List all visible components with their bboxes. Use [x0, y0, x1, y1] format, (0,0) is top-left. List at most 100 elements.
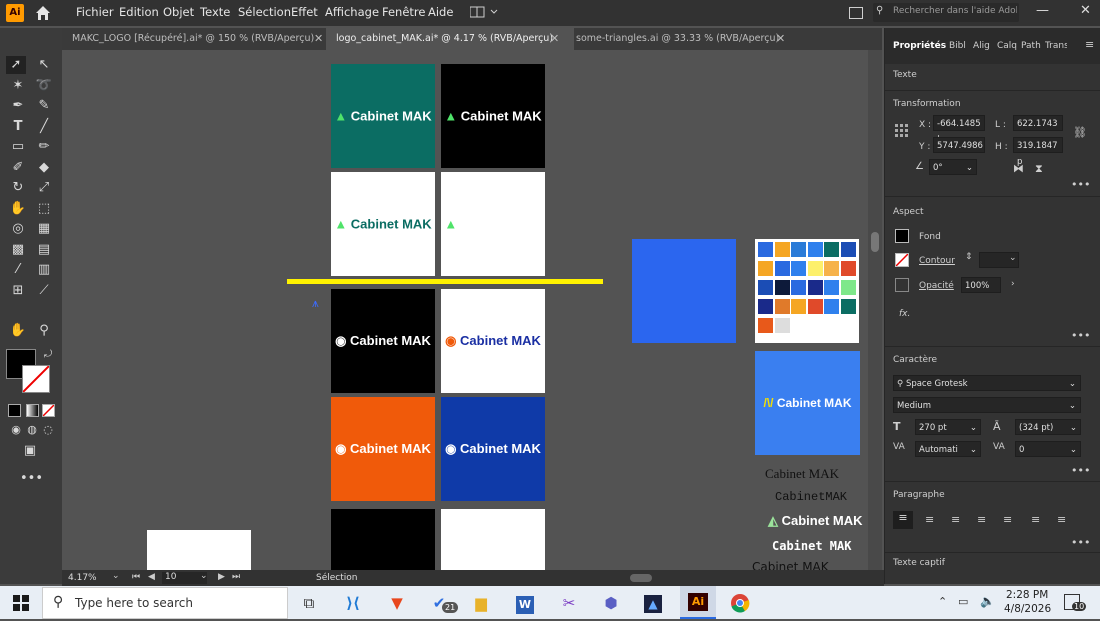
color-swatch[interactable]	[807, 318, 823, 333]
menu-window[interactable]: Fenêtre	[382, 5, 425, 19]
tab-libraries[interactable]: Bibl	[949, 41, 966, 51]
chevron-down-icon[interactable]: ⌄	[970, 420, 977, 436]
search-box[interactable]: ⚲ Rechercher dans l'aide Adob	[873, 3, 1019, 22]
color-swatch[interactable]	[791, 242, 806, 257]
battery-icon[interactable]: ▭	[958, 595, 968, 608]
stroke-swatch[interactable]	[22, 365, 50, 393]
shape-builder-icon[interactable]: ◎	[8, 220, 28, 238]
horizontal-scrollbar[interactable]	[442, 573, 862, 583]
chevron-down-icon[interactable]: ⌄	[970, 442, 977, 458]
search-input[interactable]: Rechercher dans l'aide Adob	[893, 6, 1017, 16]
logo-tile[interactable]: ◉ Cabinet MAK	[331, 289, 435, 393]
color-swatch[interactable]	[758, 280, 773, 295]
link-proportions-icon[interactable]: ⛓	[1073, 126, 1087, 139]
chrome-icon[interactable]	[727, 590, 753, 616]
taskbar-search[interactable]: ⚲ Type here to search	[42, 587, 288, 619]
menu-edit[interactable]: Edition	[119, 5, 159, 19]
tab-pathfinder[interactable]: Path	[1021, 41, 1041, 51]
chevron-down-icon[interactable]: ⌄	[1009, 253, 1017, 263]
windows-start-icon[interactable]	[8, 590, 34, 616]
more-options-icon[interactable]: •••	[1071, 329, 1090, 342]
tab-transform[interactable]: Trans	[1045, 41, 1067, 51]
panel-toggle-icon[interactable]	[849, 7, 863, 19]
logo-tile[interactable]: ◉ Cabinet MAK	[441, 397, 545, 501]
scroll-thumb[interactable]	[630, 574, 652, 582]
color-swatch[interactable]	[840, 242, 856, 257]
rectangle-tool-icon[interactable]: ▭	[8, 138, 28, 156]
canvas[interactable]: ▲ Cabinet MAK ▲ Cabinet MAK ▲ Cabinet MAK ▲…	[62, 50, 882, 570]
menu-file[interactable]: Fichier	[76, 5, 114, 19]
screen-mode-icon[interactable]: ▣	[20, 442, 40, 460]
graph-tool-icon[interactable]: ▥	[34, 261, 54, 279]
height-field[interactable]: 319.1847 p	[1013, 137, 1063, 167]
chevron-down-icon[interactable]: ⌄	[1069, 398, 1076, 414]
more-options-icon[interactable]: •••	[1071, 464, 1090, 477]
justify-right-icon[interactable]: ≡	[1031, 513, 1040, 526]
flip-vertical-icon[interactable]: ⧗	[1035, 162, 1043, 176]
gradient-tool-icon[interactable]: ▤	[34, 241, 54, 259]
justify-center-icon[interactable]: ≡	[1003, 513, 1012, 526]
live-paint-icon[interactable]: ▦	[34, 220, 54, 238]
color-swatch[interactable]	[774, 280, 790, 295]
color-swatch[interactable]	[758, 318, 773, 333]
close-icon[interactable]: ✕	[314, 32, 323, 45]
color-swatch[interactable]	[774, 318, 790, 333]
logo-tile[interactable]: ◉ Cabinet MAK	[331, 397, 435, 501]
font-family-field[interactable]: ⚲ Space Grotesk ⌄	[893, 375, 1081, 391]
gradient-mode-icon[interactable]	[26, 404, 39, 417]
yellow-line[interactable]	[287, 279, 603, 284]
blue-logo-card[interactable]: /\/ Cabinet MAK	[755, 351, 860, 455]
close-button[interactable]: ✕	[1080, 3, 1091, 18]
color-swatch[interactable]	[791, 299, 806, 314]
vscode-icon[interactable]: ⟩⟨	[340, 590, 366, 616]
leading-field[interactable]: (324 pt) ⌄	[1015, 419, 1081, 435]
chevron-down-icon[interactable]: ⌄	[1070, 442, 1077, 458]
swatch-board[interactable]	[755, 239, 859, 343]
minimize-button[interactable]: —	[1036, 3, 1049, 18]
kerning-field[interactable]: Automati ⌄	[915, 441, 981, 457]
perspective-grid-icon[interactable]: ▩	[8, 241, 28, 259]
volume-icon[interactable]: 🔈	[980, 594, 995, 608]
color-swatch[interactable]	[774, 242, 790, 257]
width-field[interactable]: 622.1743 p	[1013, 115, 1063, 145]
direct-selection-tool-icon[interactable]: ↖	[34, 56, 54, 74]
word-icon[interactable]: W	[512, 590, 538, 616]
justify-left-icon[interactable]: ≡	[977, 513, 986, 526]
color-swatch[interactable]	[791, 261, 806, 276]
task-view-icon[interactable]: ⧉	[296, 590, 322, 616]
chevron-right-icon[interactable]: ›	[1011, 279, 1015, 289]
color-swatch[interactable]	[774, 261, 790, 276]
type-sample[interactable]: Cabinet MAK	[772, 539, 851, 553]
tab-align[interactable]: Alig	[973, 41, 990, 51]
free-transform-icon[interactable]: ⬚	[34, 200, 54, 218]
warp-tool-icon[interactable]: ✋	[8, 200, 28, 218]
tab-makc-logo[interactable]: MAKC_LOGO [Récupéré].ai* @ 150 % (RVB/Ap…	[62, 28, 334, 50]
close-icon[interactable]: ✕	[550, 32, 559, 45]
color-swatch[interactable]	[758, 242, 773, 257]
line-tool-icon[interactable]: ╱	[34, 118, 54, 136]
align-right-icon[interactable]: ≡	[951, 513, 960, 526]
justify-all-icon[interactable]: ≡	[1057, 513, 1066, 526]
pen-tool-icon[interactable]: ✒	[8, 97, 28, 115]
type-tool-icon[interactable]: T	[8, 118, 28, 136]
color-swatch[interactable]	[774, 299, 790, 314]
color-swatch[interactable]	[807, 242, 823, 257]
stroke-color-swatch[interactable]	[895, 253, 909, 267]
artboard-tool-icon[interactable]: ⊞	[8, 282, 28, 300]
color-swatch[interactable]	[758, 261, 773, 276]
logo-tile[interactable]: ▲ Cabinet MAK	[331, 64, 435, 168]
color-swatch[interactable]	[824, 261, 839, 276]
chevron-down-icon[interactable]: ⌄	[966, 160, 973, 176]
menu-object[interactable]: Objet	[163, 5, 194, 19]
white-rectangle[interactable]	[147, 530, 251, 570]
opacity-field[interactable]: 100%	[961, 277, 1001, 293]
chevron-up-icon[interactable]: ⌃	[938, 595, 947, 608]
color-swatch[interactable]	[758, 299, 773, 314]
menu-text[interactable]: Texte	[200, 5, 230, 19]
tab-logo-cabinet-mak[interactable]: logo_cabinet_MAK.ai* @ 4.17 % (RVB/Aperç…	[326, 28, 574, 50]
scale-tool-icon[interactable]: ⤢	[34, 179, 54, 197]
snipping-tool-icon[interactable]: ✂	[556, 590, 582, 616]
prev-artboard-icon[interactable]: ◀	[148, 572, 155, 582]
more-tools-icon[interactable]: •••	[20, 470, 43, 488]
color-swatch[interactable]	[807, 261, 823, 276]
